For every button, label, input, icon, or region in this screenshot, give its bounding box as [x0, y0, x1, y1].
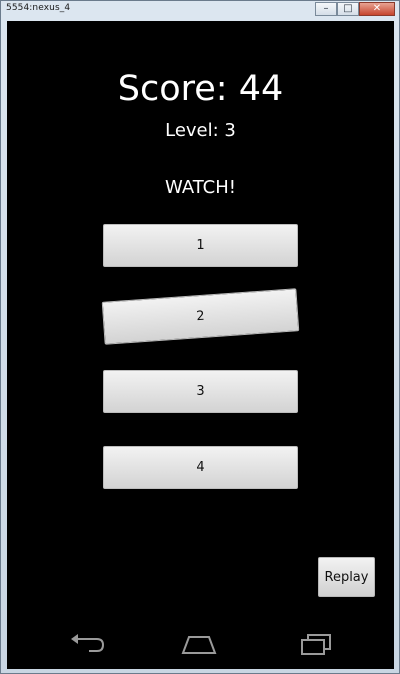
minimize-button[interactable]: – — [315, 2, 337, 16]
status-label: WATCH! — [165, 177, 236, 198]
emulator-window: 5554:nexus_4 – □ ✕ Score: 44 Level: 3 WA… — [0, 0, 400, 674]
window-title: 5554:nexus_4 — [6, 3, 71, 13]
recent-apps-icon[interactable] — [296, 631, 336, 657]
score-label: Score: 44 — [117, 69, 284, 109]
game-button-1[interactable]: 1 — [103, 224, 298, 267]
game-button-3[interactable]: 3 — [103, 370, 298, 413]
game-button-2[interactable]: 2 — [101, 288, 300, 345]
window-controls: – □ ✕ — [315, 2, 395, 16]
level-label: Level: 3 — [165, 120, 236, 141]
back-icon[interactable] — [67, 631, 107, 657]
maximize-button[interactable]: □ — [337, 2, 359, 16]
window-titlebar[interactable]: 5554:nexus_4 – □ ✕ — [1, 1, 399, 19]
navigation-bar — [7, 623, 394, 669]
game-button-4[interactable]: 4 — [103, 446, 298, 489]
home-icon[interactable] — [179, 631, 219, 657]
close-button[interactable]: ✕ — [359, 2, 395, 16]
replay-button[interactable]: Replay — [318, 557, 375, 597]
device-screen: Score: 44 Level: 3 WATCH! 1 2 3 4 Replay — [7, 21, 394, 669]
